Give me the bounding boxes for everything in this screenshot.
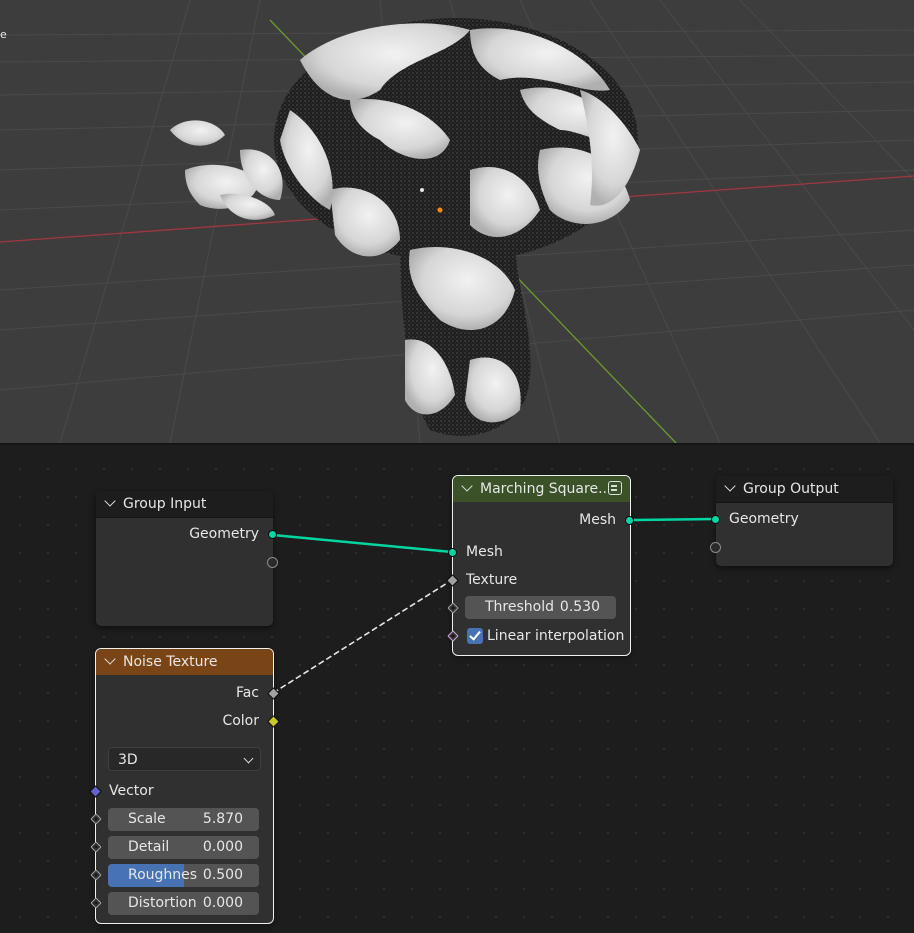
scale-value: 5.870 — [202, 811, 243, 827]
distortion-value: 0.000 — [202, 895, 243, 911]
link-mesh-to-output[interactable] — [629, 517, 716, 522]
group-input-header[interactable]: Group Input — [96, 491, 273, 518]
marching-squares-title: Marching Square.. — [480, 481, 607, 497]
group-output-title: Group Output — [743, 481, 839, 497]
mesh-output-socket[interactable] — [625, 516, 634, 525]
scale-field[interactable]: Scale 5.870 — [108, 808, 259, 831]
roughness-label: Roughnes — [128, 867, 198, 883]
mesh-output-label: Mesh — [579, 512, 616, 528]
noise-texture-title: Noise Texture — [123, 654, 218, 670]
geometry-output-socket[interactable] — [268, 530, 277, 539]
node-group-icon[interactable] — [608, 481, 622, 495]
noise-texture-node[interactable]: Noise Texture Fac Color 3D Vector Scale … — [89, 648, 280, 924]
mesh-input-socket[interactable] — [448, 548, 457, 557]
texture-input-label: Texture — [466, 572, 518, 588]
link-fac-to-texture[interactable] — [272, 579, 453, 694]
group-input-node[interactable]: Group Input Geometry — [96, 491, 278, 626]
vector-input-label: Vector — [109, 783, 154, 799]
collapse-chevron-icon[interactable] — [104, 653, 116, 665]
scale-label: Scale — [128, 811, 166, 827]
geometry-input-label: Geometry — [729, 511, 799, 527]
dropdown-chevron-icon — [243, 753, 254, 764]
collapse-chevron-icon[interactable] — [724, 480, 736, 492]
empty-input-socket[interactable] — [710, 542, 721, 553]
color-output-label: Color — [222, 713, 259, 729]
marching-squares-header[interactable]: Marching Square.. — [453, 476, 630, 502]
geometry-input-socket[interactable] — [711, 515, 720, 524]
origin-dot — [437, 207, 443, 213]
threshold-value: 0.530 — [559, 599, 600, 615]
dimensions-dropdown[interactable]: 3D — [108, 747, 261, 771]
distortion-field[interactable]: Distortion 0.000 — [108, 892, 259, 915]
group-output-node[interactable]: Group Output Geometry — [710, 476, 893, 566]
roughness-field[interactable]: Roughnes 0.500 — [108, 864, 259, 887]
threshold-field[interactable]: Threshold 0.530 — [465, 596, 616, 619]
group-input-title: Group Input — [123, 496, 207, 512]
roughness-value: 0.500 — [202, 867, 243, 883]
detail-value: 0.000 — [202, 839, 243, 855]
detail-field[interactable]: Detail 0.000 — [108, 836, 259, 859]
viewport-overlay-text: e — [0, 28, 7, 41]
link-geometry-to-mesh[interactable] — [272, 533, 453, 554]
detail-label: Detail — [128, 839, 170, 855]
geometry-output-label: Geometry — [189, 526, 259, 542]
collapse-chevron-icon[interactable] — [461, 480, 473, 492]
3d-viewport[interactable]: e — [0, 0, 914, 443]
group-output-header[interactable]: Group Output — [716, 476, 893, 503]
dimensions-value: 3D — [118, 752, 138, 768]
marching-squares-node[interactable]: Marching Square.. Mesh Mesh Texture Thre… — [446, 475, 634, 656]
noise-texture-header[interactable]: Noise Texture — [96, 649, 273, 675]
mesh-object[interactable] — [170, 18, 640, 436]
empty-output-socket[interactable] — [267, 557, 278, 568]
node-editor[interactable]: Group Input Geometry Marching Square.. M… — [0, 445, 914, 933]
distortion-label: Distortion — [128, 895, 197, 911]
collapse-chevron-icon[interactable] — [104, 495, 116, 507]
fac-output-label: Fac — [235, 685, 259, 701]
linear-interpolation-checkbox[interactable] — [467, 628, 483, 644]
linear-interpolation-label: Linear interpolation — [487, 628, 625, 644]
mesh-input-label: Mesh — [466, 544, 503, 560]
viewport-scene — [0, 0, 914, 443]
threshold-label: Threshold — [485, 599, 554, 615]
